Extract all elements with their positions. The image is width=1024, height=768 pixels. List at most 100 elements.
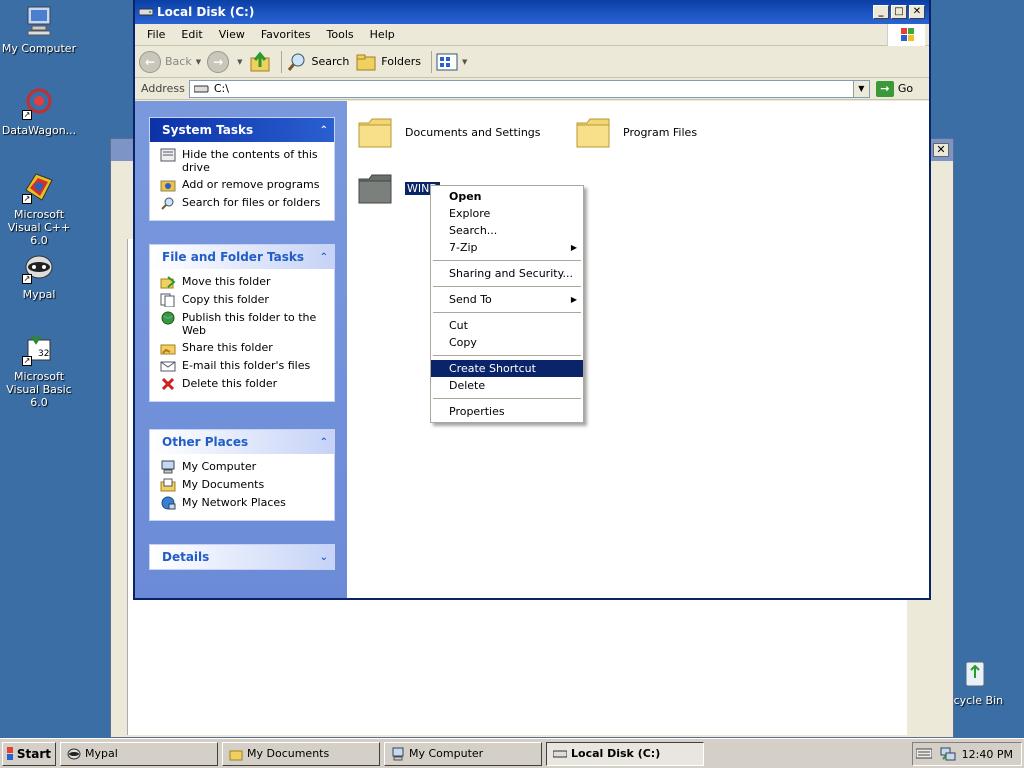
other-places-panel: Other Places ⌃ My Computer My Documents …: [149, 429, 335, 521]
place-my-computer[interactable]: My Computer: [160, 460, 328, 474]
start-label: Start: [16, 746, 51, 761]
task-add-remove-programs[interactable]: Add or remove programs: [160, 178, 328, 192]
chevron-down-icon: ▼: [237, 57, 243, 66]
ctx-properties[interactable]: Properties: [431, 403, 583, 420]
desktop-icon-visual-basic[interactable]: 32 ↗ Microsoft Visual Basic 6.0: [0, 332, 78, 409]
forward-arrow-icon: →: [207, 50, 230, 73]
desktop-icon-label: Microsoft Visual Basic 6.0: [6, 370, 72, 409]
task-pane: System Tasks ⌃ Hide the contents of this…: [135, 101, 347, 598]
background-window-close-button[interactable]: ✕: [933, 143, 949, 157]
system-tray: 12:40 PM: [912, 742, 1022, 766]
context-menu: Open Explore Search... 7-Zip ▶ Sharing a…: [430, 185, 584, 423]
ctx-delete[interactable]: Delete: [431, 377, 583, 394]
system-tasks-panel: System Tasks ⌃ Hide the contents of this…: [149, 117, 335, 221]
close-button[interactable]: ✕: [909, 5, 925, 19]
forward-button[interactable]: → ▼: [207, 50, 243, 73]
folder-icon: [358, 118, 392, 148]
ctx-open[interactable]: Open: [431, 188, 583, 205]
folders-button[interactable]: Folders: [355, 51, 421, 73]
task-hide-contents[interactable]: Hide the contents of this drive: [160, 148, 328, 174]
task-label: Add or remove programs: [182, 178, 320, 191]
ctx-create-shortcut[interactable]: Create Shortcut: [431, 360, 583, 377]
back-button[interactable]: ← Back ▼: [139, 50, 202, 73]
task-label: Search for files or folders: [182, 196, 321, 209]
chevron-down-icon[interactable]: ⌄: [320, 552, 328, 563]
task-search-files[interactable]: Search for files or folders: [160, 196, 328, 210]
menu-tools[interactable]: Tools: [319, 28, 362, 41]
go-button[interactable]: → Go: [875, 80, 913, 97]
folder-windows[interactable]: WIND: [357, 171, 440, 205]
views-icon: [436, 53, 458, 70]
chevron-up-icon[interactable]: ⌃: [320, 252, 328, 263]
task-move-folder[interactable]: Move this folder: [160, 275, 328, 289]
task-email-files[interactable]: E-mail this folder's files: [160, 359, 328, 373]
chevron-up-icon[interactable]: ⌃: [320, 437, 328, 448]
taskbar-button-my-computer[interactable]: My Computer: [384, 741, 542, 766]
menu-view[interactable]: View: [211, 28, 253, 41]
task-label: Move this folder: [182, 275, 271, 288]
search-button[interactable]: Search: [286, 51, 349, 73]
task-delete-folder[interactable]: Delete this folder: [160, 377, 328, 391]
menu-edit[interactable]: Edit: [173, 28, 210, 41]
my-documents-icon: [160, 478, 176, 492]
taskbar-button-local-disk[interactable]: Local Disk (C:): [546, 741, 704, 766]
desktop-icon-mypal[interactable]: ↗ Mypal: [0, 250, 78, 301]
folder-program-files[interactable]: Program Files: [575, 115, 697, 149]
address-dropdown-button[interactable]: ▼: [852, 80, 869, 97]
ctx-sharing-security[interactable]: Sharing and Security...: [431, 265, 583, 282]
details-header[interactable]: Details ⌄: [150, 545, 334, 569]
ctx-send-to[interactable]: Send To ▶: [431, 291, 583, 308]
taskbar-button-mypal[interactable]: Mypal: [60, 741, 218, 766]
desktop-icon-datawagon[interactable]: ↗ DataWagon...: [0, 86, 78, 137]
back-arrow-icon: ←: [139, 50, 161, 73]
network-icon[interactable]: [940, 747, 956, 761]
address-input[interactable]: C:\ ▼: [188, 79, 870, 98]
taskbar: Start Mypal My Documents My Computer Loc…: [0, 738, 1024, 768]
place-my-network-places[interactable]: My Network Places: [160, 496, 328, 510]
other-places-header[interactable]: Other Places ⌃: [150, 430, 334, 454]
menu-separator: [433, 398, 581, 399]
menu-separator: [433, 260, 581, 261]
address-bar: Address C:\ ▼ → Go: [135, 78, 929, 100]
ctx-cut[interactable]: Cut: [431, 317, 583, 334]
window-titlebar[interactable]: Local Disk (C:) _ □ ✕: [135, 0, 929, 24]
chevron-up-icon[interactable]: ⌃: [320, 125, 328, 136]
chevron-down-icon: ▼: [195, 57, 202, 66]
menu-help[interactable]: Help: [362, 28, 403, 41]
file-folder-tasks-header[interactable]: File and Folder Tasks ⌃: [150, 245, 334, 269]
desktop-icon-my-computer[interactable]: My Computer: [0, 4, 78, 55]
address-label: Address: [141, 82, 185, 95]
taskbar-button-my-documents[interactable]: My Documents: [222, 741, 380, 766]
start-button[interactable]: Start: [2, 741, 56, 766]
task-label: Publish this folder to the Web: [182, 311, 317, 337]
window-title: Local Disk (C:): [157, 5, 255, 19]
desktop-icon-label: My Computer: [1, 42, 77, 55]
shortcut-arrow-icon: ↗: [22, 194, 32, 204]
task-share-folder[interactable]: Share this folder: [160, 341, 328, 355]
folder-icon: [229, 750, 243, 760]
system-tasks-header[interactable]: System Tasks ⌃: [150, 118, 334, 142]
ctx-explore[interactable]: Explore: [431, 205, 583, 222]
desktop-icon-visual-cpp[interactable]: ↗ Microsoft Visual C++ 6.0: [0, 170, 78, 247]
taskbar-button-label: Local Disk (C:): [571, 747, 661, 760]
move-folder-icon: [160, 276, 176, 289]
task-publish-folder[interactable]: Publish this folder to the Web: [160, 311, 328, 337]
toolbar-separator: [280, 50, 282, 73]
menu-file[interactable]: File: [139, 28, 173, 41]
folder-documents-and-settings[interactable]: Documents and Settings: [357, 115, 541, 149]
place-my-documents[interactable]: My Documents: [160, 478, 328, 492]
clock[interactable]: 12:40 PM: [962, 748, 1013, 761]
menu-favorites[interactable]: Favorites: [253, 28, 319, 41]
minimize-button[interactable]: _: [873, 5, 889, 19]
ctx-search[interactable]: Search...: [431, 222, 583, 239]
ctx-7zip[interactable]: 7-Zip ▶: [431, 239, 583, 256]
maximize-button[interactable]: □: [891, 5, 907, 19]
address-value: C:\: [213, 82, 229, 95]
up-button[interactable]: [249, 51, 271, 73]
task-copy-folder[interactable]: Copy this folder: [160, 293, 328, 307]
folders-icon: [356, 54, 376, 70]
views-button[interactable]: ▼: [436, 52, 467, 72]
email-icon: [160, 361, 176, 372]
my-computer-icon: [392, 747, 404, 760]
ctx-copy[interactable]: Copy: [431, 334, 583, 351]
